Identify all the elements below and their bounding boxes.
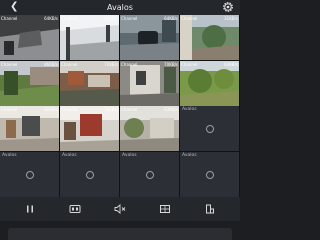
bitrate-readout: 82KB/s (44, 107, 58, 113)
camera-label: Channel (61, 107, 78, 113)
pause-button[interactable] (22, 201, 38, 217)
camera-tile[interactable]: Channel 31KB/s (180, 15, 239, 60)
device-label: Avalos (182, 107, 197, 113)
camera-feed-image (120, 106, 179, 152)
camera-tile[interactable]: Channel 71KB/s (60, 60, 119, 106)
bitrate-readout: 86KB/s (44, 61, 58, 67)
camera-feed-image (0, 60, 59, 106)
layout-icon (205, 204, 214, 214)
loading-spinner-icon (85, 170, 94, 179)
quality-button[interactable] (67, 201, 83, 217)
bitrate-readout: 76KB/s (104, 107, 118, 113)
camera-tile[interactable]: Channel 64KB/s (120, 15, 179, 60)
page-title: Avalos (107, 3, 133, 12)
control-panel (8, 228, 232, 240)
device-label: Avalos (62, 153, 77, 159)
empty-channel-tile[interactable]: Avalos (180, 152, 239, 198)
empty-channel-tile[interactable]: Avalos (0, 152, 59, 198)
camera-feed-image (0, 106, 59, 152)
camera-label: Channel (1, 107, 18, 113)
camera-tile[interactable]: Channel 86KB/s (0, 60, 59, 106)
bitrate-readout: 31KB/s (224, 16, 238, 21)
layout-button[interactable] (202, 201, 218, 217)
camera-tile[interactable]: Channel 63KB/s (120, 106, 179, 152)
camera-feed-image (60, 106, 119, 152)
mute-button[interactable] (112, 201, 128, 217)
bitrate-readout: 64KB/s (164, 16, 178, 21)
bitrate-readout: 64KB/s (44, 16, 58, 21)
bitrate-readout: 70KB/s (164, 61, 178, 67)
camera-tile[interactable]: Channel 70KB/s (120, 60, 179, 106)
camera-feed-image (60, 15, 119, 60)
gear-icon[interactable] (222, 1, 234, 13)
camera-tile[interactable]: Channel 76KB/s (60, 106, 119, 152)
camera-grid: Channel 64KB/s Channel 53KB/s Channel 64… (0, 15, 240, 198)
camera-label: Channel (121, 16, 138, 21)
device-label: Avalos (182, 153, 197, 159)
bitrate-readout: 63KB/s (164, 107, 178, 113)
camera-label: Channel (121, 61, 138, 67)
camera-tile[interactable]: Channel 82KB/s (0, 106, 59, 152)
bitrate-readout: 53KB/s (104, 16, 118, 21)
loading-spinner-icon (205, 124, 214, 133)
camera-tile[interactable]: Channel 53KB/s (60, 15, 119, 60)
camera-label: Channel (1, 16, 18, 21)
camera-label: Channel (61, 61, 78, 67)
camera-feed-image (180, 15, 239, 60)
pause-icon (27, 205, 34, 213)
camera-label: Channel (1, 61, 18, 67)
camera-label: Channel (61, 16, 78, 21)
camera-feed-image (120, 60, 179, 106)
camera-label: Channel (121, 107, 138, 113)
split-view-button[interactable] (157, 201, 173, 217)
camera-feed-image (180, 60, 239, 106)
split-view-icon (159, 205, 170, 213)
camera-label: Channel (181, 61, 198, 67)
bottom-area (0, 221, 240, 240)
loading-spinner-icon (145, 170, 154, 179)
empty-channel-tile[interactable]: Avalos (180, 106, 239, 152)
camera-tile[interactable]: Channel 64KB/s (0, 15, 59, 60)
loading-spinner-icon (205, 170, 214, 179)
loading-spinner-icon (25, 170, 34, 179)
mute-icon (114, 204, 126, 214)
device-label: Avalos (2, 153, 17, 159)
playback-toolbar (0, 197, 240, 221)
camera-feed-image (0, 15, 59, 60)
camera-feed-image (120, 15, 179, 60)
camera-label: Channel (181, 16, 198, 21)
hd-icon (69, 205, 81, 213)
empty-channel-tile[interactable]: Avalos (60, 152, 119, 198)
bitrate-readout: 64KB/s (224, 61, 238, 67)
camera-tile[interactable]: Channel 64KB/s (180, 60, 239, 106)
bitrate-readout: 71KB/s (104, 61, 118, 67)
device-label: Avalos (122, 153, 137, 159)
top-bar: ❮ Avalos (0, 0, 240, 15)
camera-feed-image (60, 60, 119, 106)
empty-channel-tile[interactable]: Avalos (120, 152, 179, 198)
